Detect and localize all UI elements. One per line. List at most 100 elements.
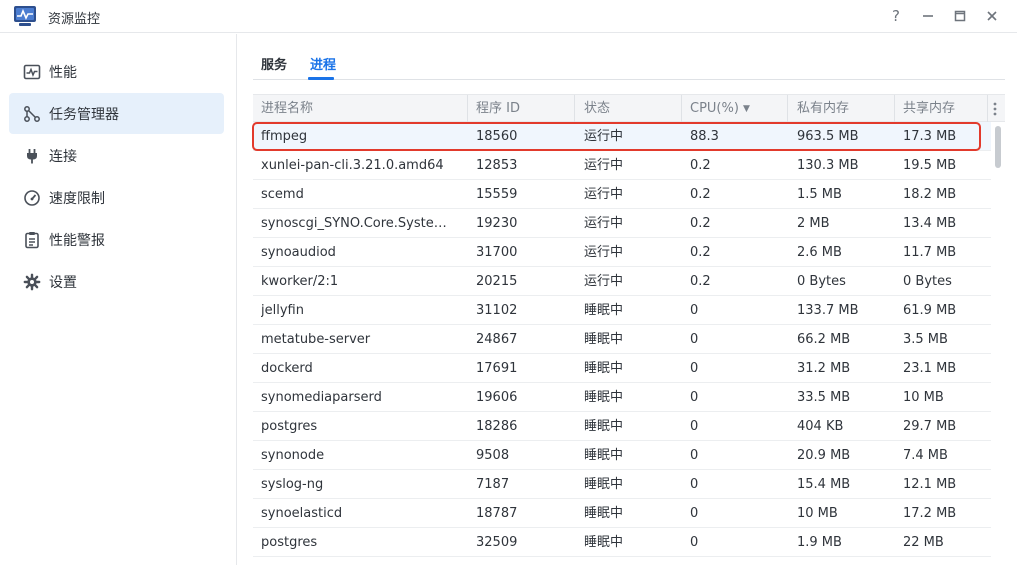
cell-status: 运行中 xyxy=(584,274,624,289)
cell-cpu: 88.3 xyxy=(690,129,719,144)
cell-status: 睡眠中 xyxy=(584,390,624,405)
cell-private-memory: 0 Bytes xyxy=(797,274,846,289)
column-divider[interactable] xyxy=(574,95,575,122)
cell-process-name: postgres xyxy=(261,419,318,434)
active-tab-indicator xyxy=(308,77,334,80)
cell-status: 运行中 xyxy=(584,158,624,173)
column-divider[interactable] xyxy=(467,95,468,122)
cell-cpu: 0 xyxy=(690,390,699,405)
cell-pid: 20215 xyxy=(476,274,518,289)
cell-shared-memory: 3.5 MB xyxy=(903,332,948,347)
cell-pid: 9508 xyxy=(476,448,510,463)
cell-cpu: 0.2 xyxy=(690,158,711,173)
column-divider[interactable] xyxy=(894,95,895,122)
table-row[interactable]: scemd 15559 运行中 0.2 1.5 MB 18.2 MB xyxy=(253,180,991,209)
column-divider[interactable] xyxy=(787,95,788,122)
table-row[interactable]: xunlei-pan-cli.3.21.0.amd64 12853 运行中 0.2 13… xyxy=(253,151,991,180)
table-row[interactable]: synoaudiod 31700 运行中 0.2 2.6 MB 11.7 MB xyxy=(253,238,991,267)
sidebar-item-performance-alerts[interactable]: 性能警报 xyxy=(9,219,224,260)
cell-status: 运行中 xyxy=(584,245,624,260)
cell-cpu: 0 xyxy=(690,419,699,434)
cell-cpu: 0.2 xyxy=(690,187,711,202)
sidebar-item-task-manager[interactable]: 任务管理器 xyxy=(9,93,224,134)
cell-status: 运行中 xyxy=(584,216,624,231)
sidebar-item-label: 性能警报 xyxy=(49,233,105,249)
cell-cpu: 0 xyxy=(690,506,699,521)
sidebar-item-label: 设置 xyxy=(49,275,77,291)
table-header: 进程名称 程序 ID 状态 CPU(%) ▼ 私有内存 共享内存 xyxy=(253,94,1005,122)
cell-pid: 15559 xyxy=(476,187,518,202)
cell-status: 睡眠中 xyxy=(584,361,624,376)
cell-cpu: 0 xyxy=(690,332,699,347)
table-row[interactable]: kworker/2:1 20215 运行中 0.2 0 Bytes 0 Bytes xyxy=(253,267,991,296)
cell-process-name: xunlei-pan-cli.3.21.0.amd64 xyxy=(261,158,444,173)
cell-pid: 31700 xyxy=(476,245,518,260)
column-header-shared-memory[interactable]: 共享内存 xyxy=(903,95,955,122)
column-header-cpu-label: CPU(%) xyxy=(690,101,739,116)
column-divider[interactable] xyxy=(987,95,988,122)
cell-shared-memory: 18.2 MB xyxy=(903,187,957,202)
cell-cpu: 0 xyxy=(690,303,699,318)
maximize-button[interactable] xyxy=(950,6,970,26)
cell-pid: 17691 xyxy=(476,361,518,376)
column-header-pid[interactable]: 程序 ID xyxy=(476,95,520,122)
cell-pid: 19230 xyxy=(476,216,518,231)
cell-private-memory: 66.2 MB xyxy=(797,332,851,347)
minimize-button[interactable] xyxy=(918,6,938,26)
cell-status: 睡眠中 xyxy=(584,419,624,434)
cell-shared-memory: 0 Bytes xyxy=(903,274,952,289)
column-header-process-name[interactable]: 进程名称 xyxy=(261,95,313,122)
column-divider[interactable] xyxy=(681,95,682,122)
help-button[interactable]: ? xyxy=(886,6,906,26)
cell-process-name: kworker/2:1 xyxy=(261,274,339,289)
table-row[interactable]: postgres 32509 睡眠中 0 1.9 MB 22 MB xyxy=(253,528,991,557)
cell-cpu: 0.2 xyxy=(690,216,711,231)
column-header-private-memory[interactable]: 私有内存 xyxy=(797,95,849,122)
cell-status: 睡眠中 xyxy=(584,448,624,463)
close-button[interactable] xyxy=(982,6,1002,26)
cell-process-name: jellyfin xyxy=(261,303,304,318)
window-title: 资源监控 xyxy=(48,12,101,27)
table-row[interactable]: syslog-ng 7187 睡眠中 0 15.4 MB 12.1 MB xyxy=(253,470,991,499)
plug-icon xyxy=(27,149,37,164)
cell-process-name: ffmpeg xyxy=(261,129,308,144)
cell-cpu: 0.2 xyxy=(690,245,711,260)
cell-process-name: scemd xyxy=(261,187,304,202)
tab-services[interactable]: 服务 xyxy=(261,54,287,73)
cell-private-memory: 2 MB xyxy=(797,216,830,231)
sidebar-item-performance[interactable]: 性能 xyxy=(9,51,224,92)
gear-icon xyxy=(23,273,41,291)
table-row[interactable]: synomediaparserd 19606 睡眠中 0 33.5 MB 10 MB xyxy=(253,383,991,412)
cell-shared-memory: 19.5 MB xyxy=(903,158,957,173)
cell-status: 睡眠中 xyxy=(584,332,624,347)
table-row[interactable]: metatube-server 24867 睡眠中 0 66.2 MB 3.5 MB xyxy=(253,325,991,354)
column-header-cpu[interactable]: CPU(%) ▼ xyxy=(690,95,750,122)
table-row[interactable]: ffmpeg 18560 运行中 88.3 963.5 MB 17.3 MB xyxy=(253,122,991,151)
table-row[interactable]: jellyfin 31102 睡眠中 0 133.7 MB 61.9 MB xyxy=(253,296,991,325)
sidebar-item-label: 连接 xyxy=(49,149,77,165)
sidebar-item-settings[interactable]: 设置 xyxy=(9,261,224,302)
cell-shared-memory: 7.4 MB xyxy=(903,448,948,463)
table-row[interactable]: synoelasticd 18787 睡眠中 0 10 MB 17.2 MB xyxy=(253,499,991,528)
minimize-icon xyxy=(923,15,933,17)
cell-private-memory: 404 KB xyxy=(797,419,844,434)
column-options-icon[interactable] xyxy=(989,100,1001,118)
cell-pid: 32509 xyxy=(476,535,518,550)
cell-status: 睡眠中 xyxy=(584,506,624,521)
cell-private-memory: 15.4 MB xyxy=(797,477,851,492)
cell-pid: 12853 xyxy=(476,158,518,173)
sidebar-item-connections[interactable]: 连接 xyxy=(9,135,224,176)
cell-cpu: 0 xyxy=(690,535,699,550)
column-header-status[interactable]: 状态 xyxy=(584,95,610,122)
tab-processes[interactable]: 进程 xyxy=(310,54,336,73)
scrollbar-thumb[interactable] xyxy=(995,126,1001,168)
scrollbar-track[interactable] xyxy=(994,123,1001,563)
sidebar: 性能 任务管理器 连接 速度限制 性能警报 设置 xyxy=(0,34,237,565)
table-row[interactable]: postgres 18286 睡眠中 0 404 KB 29.7 MB xyxy=(253,412,991,441)
table-row[interactable]: synoscgi_SYNO.Core.Syste… 19230 运行中 0.2 2 MB… xyxy=(253,209,991,238)
cell-shared-memory: 22 MB xyxy=(903,535,944,550)
table-row[interactable]: synonode 9508 睡眠中 0 20.9 MB 7.4 MB xyxy=(253,441,991,470)
cell-status: 睡眠中 xyxy=(584,477,624,492)
sidebar-item-speed-limit[interactable]: 速度限制 xyxy=(9,177,224,218)
table-row[interactable]: dockerd 17691 睡眠中 0 31.2 MB 23.1 MB xyxy=(253,354,991,383)
